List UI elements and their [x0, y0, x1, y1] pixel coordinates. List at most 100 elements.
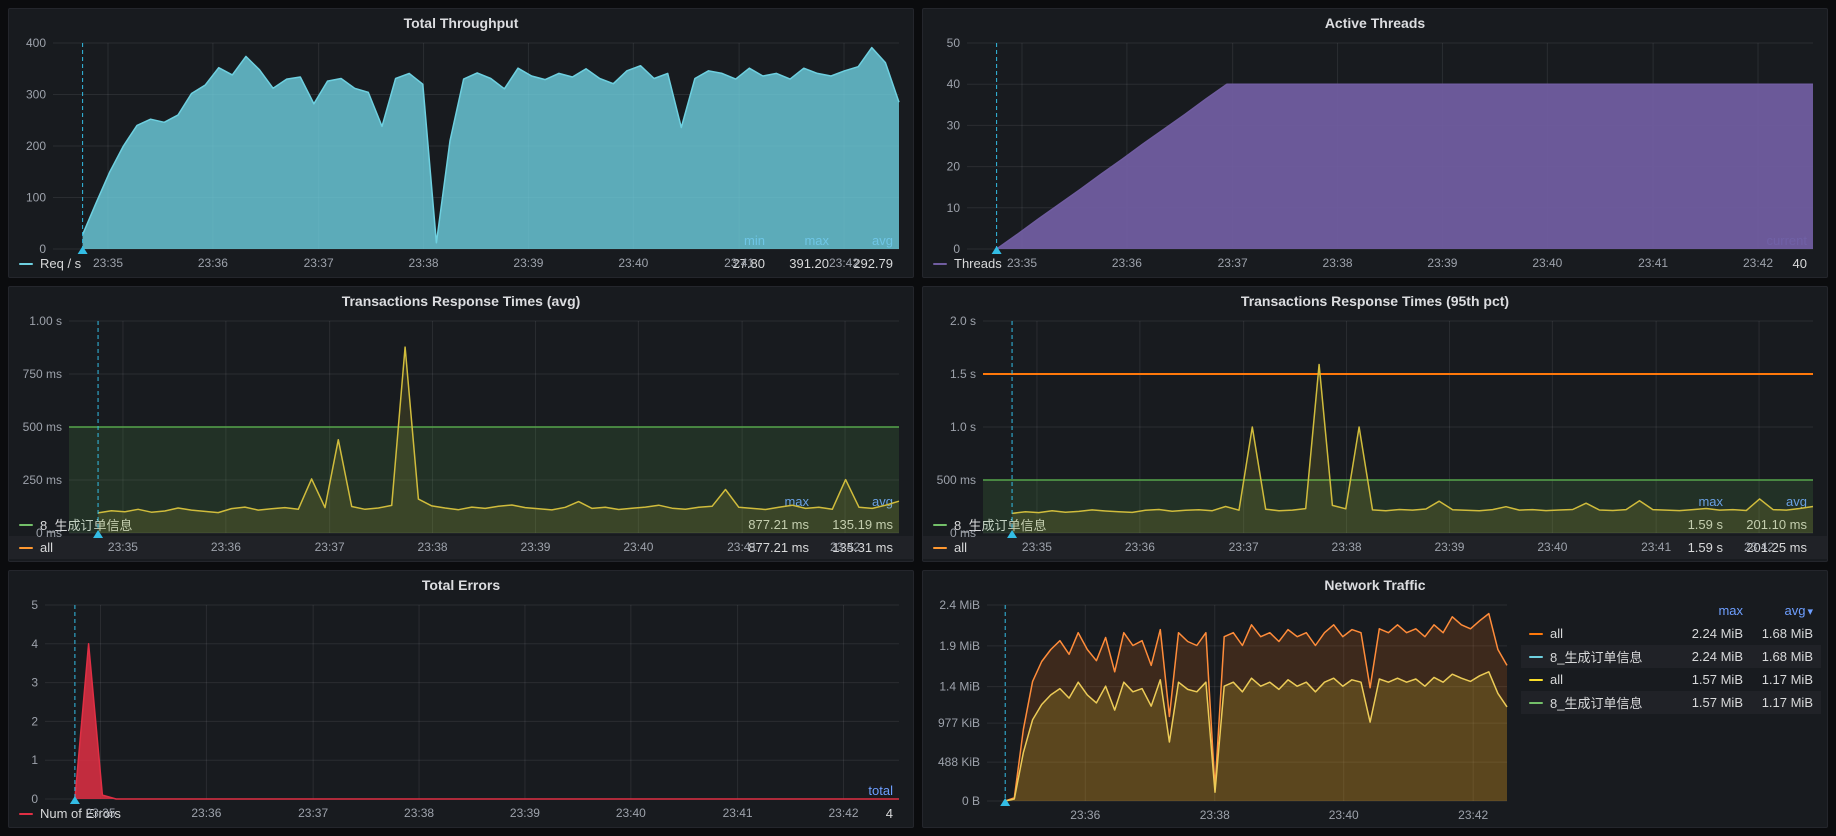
grafana-dashboard: Total Throughput 010020030040023:3523:36…: [0, 0, 1836, 836]
x-tick-label: 23:36: [211, 540, 241, 554]
active-threads-chart[interactable]: 0102030405023:3523:3623:3723:3823:3923:4…: [923, 33, 1827, 229]
y-tick-label: 0 ms: [950, 526, 976, 540]
x-tick-label: 23:36: [191, 806, 221, 820]
y-tick-label: 5: [31, 598, 38, 612]
x-tick-label: 23:41: [1638, 256, 1668, 270]
x-tick-label: 23:42: [1458, 808, 1488, 822]
y-tick-label: 50: [947, 36, 961, 50]
x-tick-label: 23:37: [315, 540, 345, 554]
legend-series-label[interactable]: 8_生成订单信息: [1529, 647, 1673, 666]
y-tick-label: 0 ms: [36, 526, 62, 540]
y-tick-label: 1.5 s: [950, 367, 976, 381]
series-color-dash-icon: [1529, 656, 1543, 658]
total-errors-chart[interactable]: 01234523:3523:3623:3723:3823:3923:4023:4…: [9, 595, 913, 779]
panel-response-times-avg: Transactions Response Times (avg) 0 ms25…: [8, 286, 914, 562]
network-traffic-chart[interactable]: 0 B488 KiB977 KiB1.4 MiB1.9 MiB2.4 MiB23…: [923, 595, 1521, 827]
legend-stat-value: 1.17 MiB: [1743, 672, 1813, 687]
y-tick-label: 488 KiB: [938, 755, 980, 769]
y-tick-label: 3: [31, 676, 38, 690]
x-tick-label: 23:35: [108, 540, 138, 554]
legend-stat-value: 1.68 MiB: [1743, 649, 1813, 664]
x-tick-label: 23:40: [616, 806, 646, 820]
panel-title[interactable]: Transactions Response Times (avg): [9, 287, 913, 311]
x-tick-label: 23:39: [520, 540, 550, 554]
legend-stat-value: 2.24 MiB: [1673, 626, 1743, 641]
legend-series-label[interactable]: all: [1529, 672, 1673, 687]
series-color-dash-icon: [1529, 702, 1543, 704]
x-tick-label: 23:41: [1641, 540, 1671, 554]
panel-title[interactable]: Total Errors: [9, 571, 913, 595]
x-tick-label: 23:36: [198, 256, 228, 270]
x-tick-label: 23:40: [623, 540, 653, 554]
panel-title[interactable]: Transactions Response Times (95th pct): [923, 287, 1827, 311]
y-tick-label: 2.4 MiB: [939, 598, 980, 612]
legend-stat-value: 1.68 MiB: [1743, 626, 1813, 641]
x-tick-label: 23:39: [513, 256, 543, 270]
x-tick-label: 23:35: [1022, 540, 1052, 554]
x-tick-label: 23:35: [85, 806, 115, 820]
panel-total-errors: Total Errors 01234523:3523:3623:3723:382…: [8, 570, 914, 828]
total-throughput-chart[interactable]: 010020030040023:3523:3623:3723:3823:3923…: [9, 33, 913, 229]
response-times-avg-chart[interactable]: 0 ms250 ms500 ms750 ms1.00 s23:3523:3623…: [9, 311, 913, 490]
x-tick-label: 23:40: [618, 256, 648, 270]
legend-stat-value: 1.17 MiB: [1743, 695, 1813, 710]
x-tick-label: 23:38: [1332, 540, 1362, 554]
y-tick-label: 0: [39, 242, 46, 256]
y-tick-label: 200: [26, 139, 46, 153]
chart-canvas[interactable]: 0 B488 KiB977 KiB1.4 MiB1.9 MiB2.4 MiB23…: [923, 595, 1521, 827]
x-tick-label: 23:38: [404, 806, 434, 820]
response-times-95pct-chart[interactable]: 0 ms500 ms1.0 s1.5 s2.0 s23:3523:3623:37…: [923, 311, 1827, 490]
x-tick-label: 23:42: [828, 806, 858, 820]
y-tick-label: 2.0 s: [950, 314, 976, 328]
x-tick-label: 23:36: [1112, 256, 1142, 270]
x-tick-label: 23:37: [1218, 256, 1248, 270]
legend-stat-value: 2.24 MiB: [1673, 649, 1743, 664]
chart-canvas[interactable]: 0 ms250 ms500 ms750 ms1.00 s23:3523:3623…: [9, 311, 913, 559]
x-tick-label: 23:42: [1743, 256, 1773, 270]
y-tick-label: 40: [947, 77, 961, 91]
legend-stat-value: 1.57 MiB: [1673, 695, 1743, 710]
x-tick-label: 23:41: [727, 540, 757, 554]
chart-canvas[interactable]: 010020030040023:3523:3623:3723:3823:3923…: [9, 33, 913, 275]
y-tick-label: 10: [947, 201, 961, 215]
x-tick-label: 23:35: [1007, 256, 1037, 270]
panel-title[interactable]: Active Threads: [923, 9, 1827, 33]
x-tick-label: 23:38: [409, 256, 439, 270]
x-tick-label: 23:42: [829, 256, 859, 270]
y-tick-label: 1: [31, 753, 38, 767]
y-tick-label: 0: [31, 792, 38, 806]
x-tick-label: 23:37: [298, 806, 328, 820]
legend-row: 8_生成订单信息2.24 MiB1.68 MiB: [1521, 645, 1821, 668]
legend-header: maxavg▾: [1521, 599, 1821, 622]
y-tick-label: 1.4 MiB: [939, 680, 980, 694]
x-tick-label: 23:38: [418, 540, 448, 554]
x-tick-label: 23:42: [1744, 540, 1774, 554]
network-traffic-legend: maxavg▾all2.24 MiB1.68 MiB8_生成订单信息2.24 M…: [1521, 595, 1827, 827]
chart-canvas[interactable]: 0 ms500 ms1.0 s1.5 s2.0 s23:3523:3623:37…: [923, 311, 1827, 559]
y-tick-label: 0 B: [962, 794, 980, 808]
panel-title[interactable]: Network Traffic: [923, 571, 1827, 595]
legend-row: all1.57 MiB1.17 MiB: [1521, 668, 1821, 691]
legend-stat-header[interactable]: avg▾: [1743, 603, 1813, 618]
panel-title[interactable]: Total Throughput: [9, 9, 913, 33]
x-tick-label: 23:41: [723, 806, 753, 820]
series-color-dash-icon: [1529, 679, 1543, 681]
legend-row: all2.24 MiB1.68 MiB: [1521, 622, 1821, 645]
x-tick-label: 23:38: [1323, 256, 1353, 270]
x-tick-label: 23:37: [304, 256, 334, 270]
x-tick-label: 23:35: [93, 256, 123, 270]
sort-caret-icon: ▾: [1807, 606, 1813, 618]
x-tick-label: 23:39: [1434, 540, 1464, 554]
x-tick-label: 23:40: [1532, 256, 1562, 270]
series-area: [997, 84, 1813, 249]
legend-series-label[interactable]: 8_生成订单信息: [1529, 693, 1673, 712]
x-tick-label: 23:40: [1329, 808, 1359, 822]
y-tick-label: 20: [947, 160, 961, 174]
legend-series-label[interactable]: all: [1529, 626, 1673, 641]
chart-canvas[interactable]: 01234523:3523:3623:3723:3823:3923:4023:4…: [9, 595, 913, 825]
y-tick-label: 300: [26, 88, 46, 102]
y-tick-label: 30: [947, 118, 961, 132]
legend-stat-header[interactable]: max: [1673, 603, 1743, 618]
chart-canvas[interactable]: 0102030405023:3523:3623:3723:3823:3923:4…: [923, 33, 1827, 275]
y-tick-label: 250 ms: [23, 473, 62, 487]
